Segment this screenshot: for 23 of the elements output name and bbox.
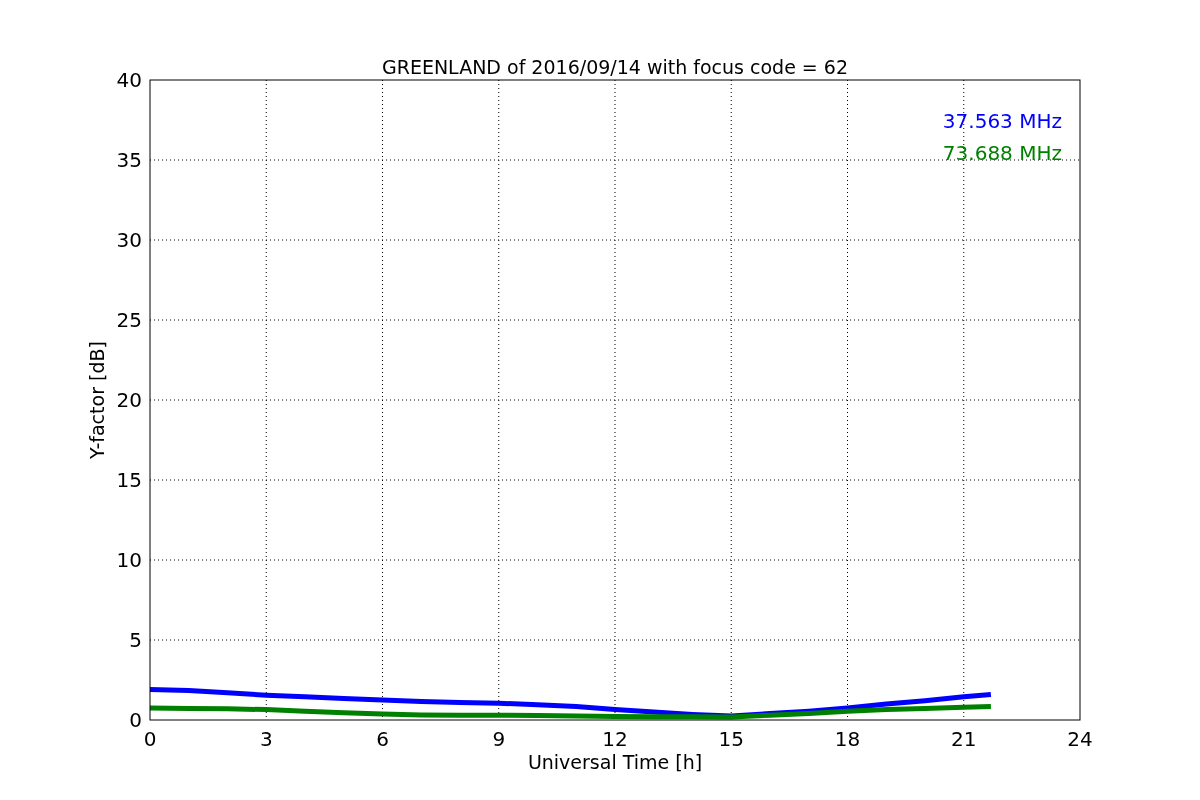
y-tick-label: 20 <box>116 388 142 412</box>
y-tick-label: 40 <box>116 68 142 92</box>
x-tick-label: 9 <box>492 727 506 751</box>
x-tick-label: 0 <box>143 727 157 751</box>
y-tick-label: 35 <box>116 148 142 172</box>
y-tick-label: 15 <box>116 468 142 492</box>
x-tick-label: 6 <box>376 727 389 751</box>
x-tick-label: 12 <box>602 727 628 751</box>
y-axis-label: Y-factor [dB] <box>86 341 108 459</box>
y-tick-label: 30 <box>116 228 142 252</box>
x-tick-label: 3 <box>259 727 273 751</box>
x-tick-label: 18 <box>834 727 861 751</box>
x-tick-label: 21 <box>951 727 977 751</box>
x-tick-label: 24 <box>1067 727 1093 751</box>
chart-title: GREENLAND of 2016/09/14 with focus code = 62 <box>382 56 848 78</box>
x-tick-label: 15 <box>718 727 744 751</box>
x-axis-label: Universal Time [h] <box>527 751 703 773</box>
y-tick-label: 5 <box>129 628 142 652</box>
y-tick-label: 0 <box>129 708 142 732</box>
legend-label: 73.688 MHz <box>942 141 1062 165</box>
legend-label: 37.563 MHz <box>942 109 1062 133</box>
y-tick-label: 10 <box>116 548 142 572</box>
y-tick-label: 25 <box>116 308 142 332</box>
